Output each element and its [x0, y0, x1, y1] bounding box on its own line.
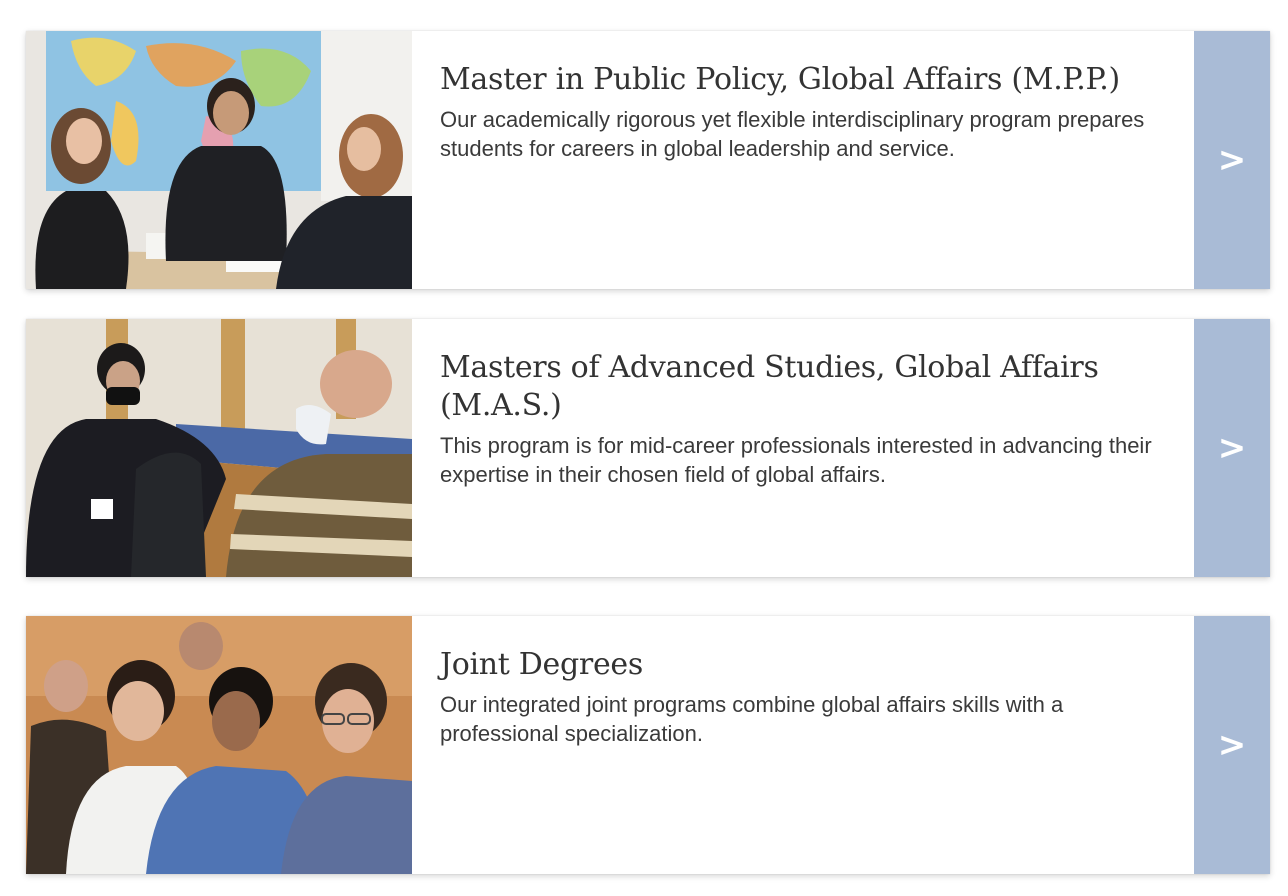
program-card-mpp[interactable]: Master in Public Policy, Global Affairs …: [26, 31, 1270, 289]
program-photo-joint-degrees: [26, 616, 412, 874]
program-arrow-button-mas[interactable]: >: [1194, 319, 1270, 577]
program-photo-mas: [26, 319, 412, 577]
program-text-mpp: Master in Public Policy, Global Affairs …: [412, 31, 1194, 289]
program-photo-mpp: [26, 31, 412, 289]
program-description: This program is for mid-career professio…: [440, 433, 1152, 487]
program-arrow-button-mpp[interactable]: >: [1194, 31, 1270, 289]
program-text-mas: Masters of Advanced Studies, Global Affa…: [412, 319, 1194, 577]
program-arrow-button-joint-degrees[interactable]: >: [1194, 616, 1270, 874]
program-description: Our integrated joint programs combine gl…: [440, 692, 1064, 746]
program-card-mas[interactable]: Masters of Advanced Studies, Global Affa…: [26, 319, 1270, 577]
chevron-right-icon: >: [1217, 140, 1247, 180]
program-card-joint-degrees[interactable]: Joint Degrees Our integrated joint progr…: [26, 616, 1270, 874]
chevron-right-icon: >: [1217, 725, 1247, 765]
program-title[interactable]: Joint Degrees: [440, 646, 1164, 684]
chevron-right-icon: >: [1217, 428, 1247, 468]
program-text-joint-degrees: Joint Degrees Our integrated joint progr…: [412, 616, 1194, 874]
program-title[interactable]: Masters of Advanced Studies, Global Affa…: [440, 349, 1164, 425]
program-description: Our academically rigorous yet flexible i…: [440, 107, 1145, 161]
program-title[interactable]: Master in Public Policy, Global Affairs …: [440, 61, 1164, 99]
